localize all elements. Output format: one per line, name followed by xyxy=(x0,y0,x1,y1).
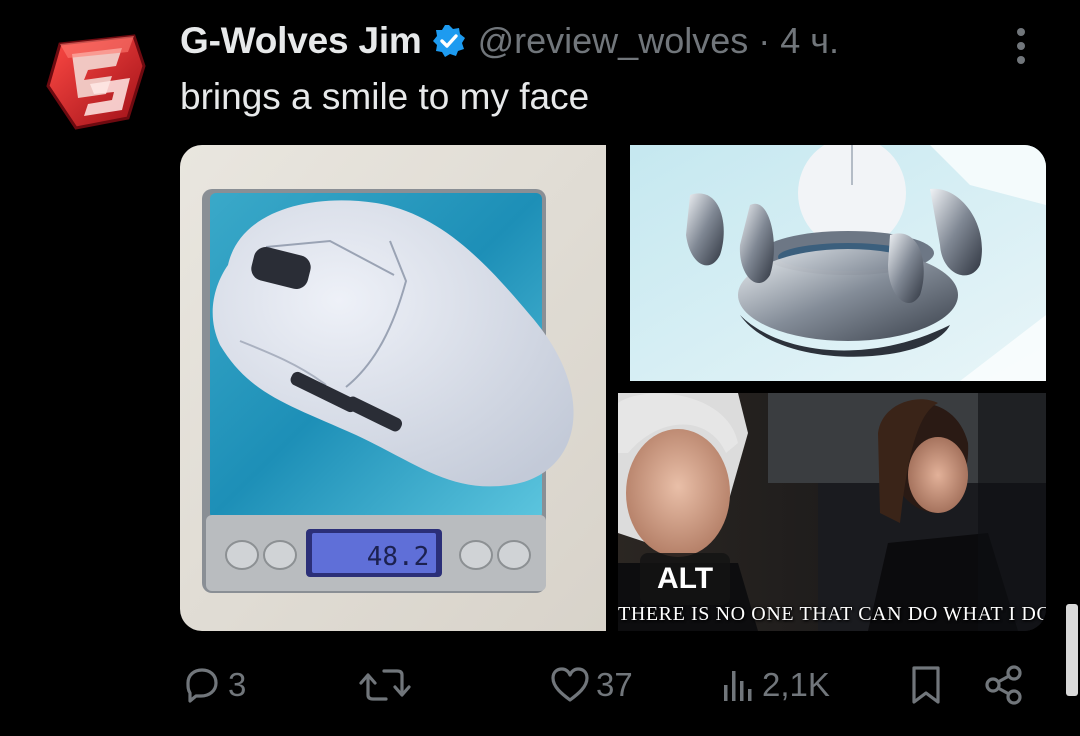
views-button[interactable]: 2,1K xyxy=(718,660,830,710)
gif-caption: THERE IS NO ONE THAT CAN DO WHAT I DO xyxy=(618,603,1046,625)
heart-icon xyxy=(551,667,589,702)
media-image-robot-hands[interactable] xyxy=(630,145,1046,381)
share-button[interactable] xyxy=(982,660,1026,710)
like-button[interactable]: 37 xyxy=(548,660,633,710)
views-count: 2,1K xyxy=(762,666,830,703)
reply-icon xyxy=(186,668,218,703)
reply-count: 3 xyxy=(228,666,247,703)
retweet-button[interactable] xyxy=(358,660,416,710)
header-separator: · xyxy=(758,20,771,61)
alt-text-badge[interactable]: ALT xyxy=(640,553,730,605)
reply-button[interactable]: 3 xyxy=(180,660,246,710)
verified-badge-icon[interactable] xyxy=(432,24,466,58)
views-chart-icon xyxy=(724,671,752,701)
media-grid: 48.2 ALT THERE IS NO ONE THAT CAN DO WHA… xyxy=(180,145,1046,631)
more-options-icon[interactable] xyxy=(1005,26,1037,66)
avatar[interactable] xyxy=(38,26,154,136)
like-count: 37 xyxy=(596,666,633,703)
tweet-text: brings a smile to my face xyxy=(180,76,590,117)
tweet-timestamp[interactable]: 4 ч. xyxy=(780,20,839,62)
share-icon xyxy=(985,665,1022,705)
author-display-name[interactable]: G-Wolves Jim xyxy=(180,20,422,62)
g-wolves-logo-icon xyxy=(46,34,146,130)
author-handle[interactable]: @review_wolves xyxy=(478,20,749,62)
retweet-icon xyxy=(359,669,411,701)
scrollbar[interactable] xyxy=(1066,604,1078,696)
media-image-mouse-on-scale[interactable]: 48.2 xyxy=(180,145,606,631)
tweet-action-bar: 3 37 2,1K xyxy=(0,660,1080,712)
bookmark-button[interactable] xyxy=(906,660,946,710)
scale-reading: 48.2 xyxy=(367,542,430,572)
bookmark-icon xyxy=(912,666,940,704)
tweet-header: G-Wolves Jim @review_wolves · 4 ч. xyxy=(180,18,839,64)
